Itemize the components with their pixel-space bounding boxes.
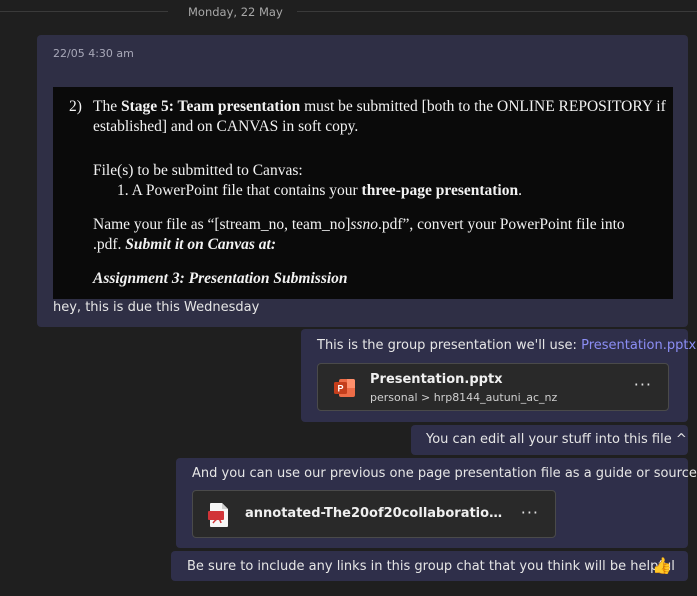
message-bubble-sent[interactable]: This is the group presentation we'll use… xyxy=(301,329,696,422)
separator-line-right xyxy=(297,11,697,12)
date-label: Monday, 22 May xyxy=(188,5,283,19)
powerpoint-icon: P xyxy=(334,379,355,397)
message-bubble-sent[interactable]: And you can use our previous one page pr… xyxy=(176,458,697,548)
separator-line-left xyxy=(0,11,168,12)
pdf-icon xyxy=(208,503,228,527)
message-timestamp: 22/05 4:30 am xyxy=(53,47,134,60)
message-text: Be sure to include any links in this gro… xyxy=(187,559,675,574)
message-bubble-sent[interactable]: You can edit all your stuff into this fi… xyxy=(411,425,688,455)
svg-text:P: P xyxy=(337,384,343,394)
file-name: Presentation.pptx xyxy=(370,372,503,387)
message-text: This is the group presentation we'll use… xyxy=(317,338,697,353)
more-options-icon[interactable]: ··· xyxy=(521,503,539,522)
file-attachment-pdf[interactable]: annotated-The20of20collaboration20th... … xyxy=(192,490,556,538)
image-files-heading: File(s) to be submitted to Canvas: xyxy=(93,162,303,179)
attached-image-screenshot[interactable]: 2) The Stage 5: Team presentation must b… xyxy=(53,87,673,299)
file-attachment-pptx[interactable]: P Presentation.pptx personal > hrp8144_a… xyxy=(317,363,669,411)
file-name: annotated-The20of20collaboration20th... xyxy=(245,506,511,521)
image-naming-instructions: Name your file as “[stream_no, team_no]s… xyxy=(93,216,625,254)
message-text: You can edit all your stuff into this fi… xyxy=(426,432,687,447)
image-list-item: 1. A PowerPoint file that contains your … xyxy=(117,182,522,199)
date-separator: Monday, 22 May xyxy=(0,0,697,24)
file-location: personal > hrp8144_autuni_ac_nz xyxy=(370,391,558,404)
thumbs-up-emoji-icon: 👍 xyxy=(652,556,672,575)
message-text: And you can use our previous one page pr… xyxy=(192,466,697,481)
image-assignment-title: Assignment 3: Presentation Submission xyxy=(93,270,348,287)
message-text: hey, this is due this Wednesday xyxy=(53,300,260,315)
message-bubble-received[interactable]: 22/05 4:30 am 2) The Stage 5: Team prese… xyxy=(37,35,688,327)
presentation-link[interactable]: Presentation.pptx xyxy=(581,338,696,353)
more-options-icon[interactable]: ··· xyxy=(634,375,652,394)
message-bubble-sent[interactable]: Be sure to include any links in this gro… xyxy=(171,551,688,581)
